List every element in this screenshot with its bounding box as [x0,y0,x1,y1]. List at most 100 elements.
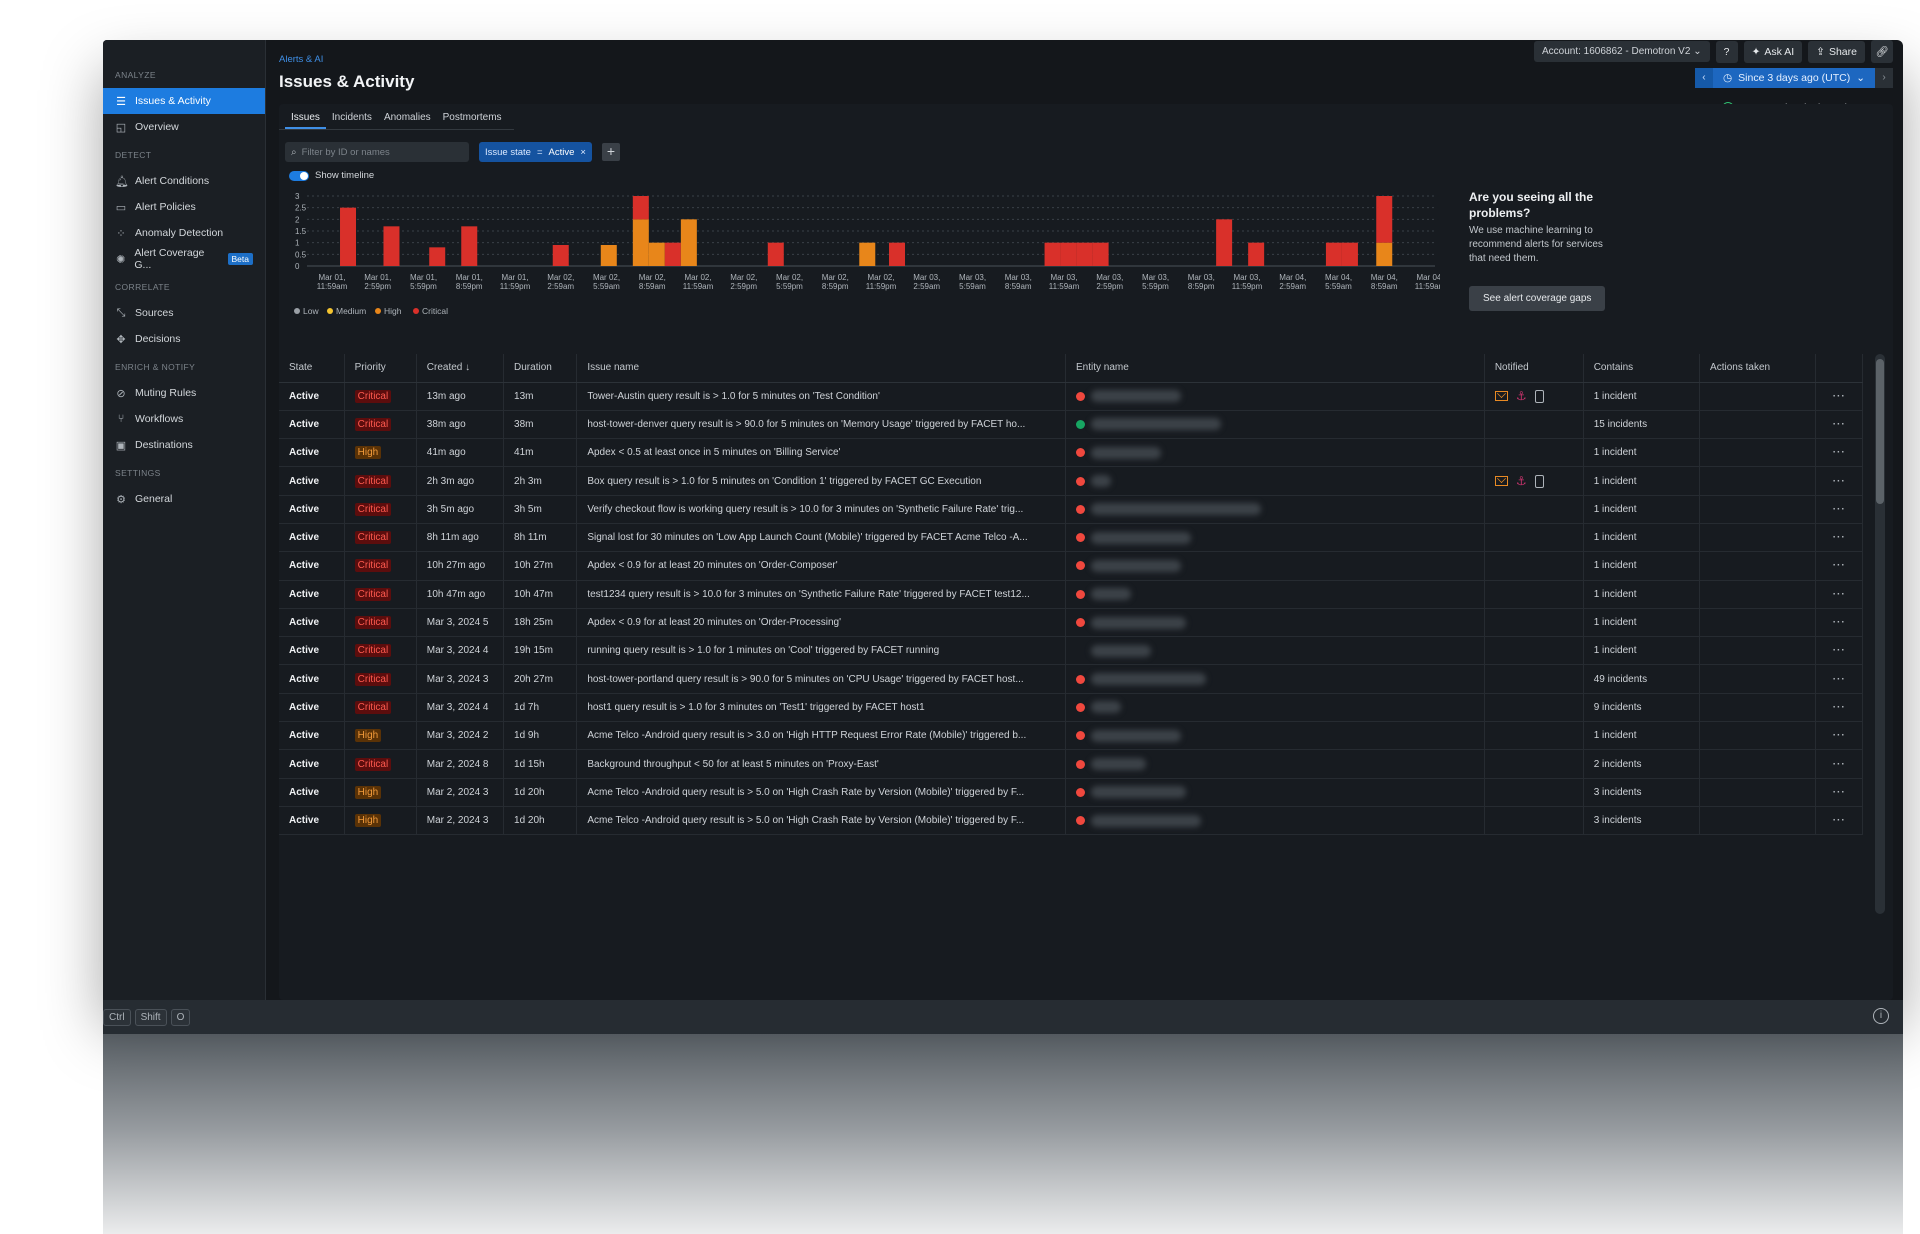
tab-issues[interactable]: Issues [285,104,326,129]
entity-name-cell[interactable] [1065,636,1485,666]
info-icon[interactable]: i [1873,1008,1889,1024]
issue-name-cell[interactable]: host-tower-portland query result is > 90… [576,664,1066,694]
ask-ai-button[interactable]: ✦ Ask AI [1743,40,1803,63]
table-row[interactable]: Active Critical Mar 3, 2024 4 1d 7h host1 qu… [279,693,1863,723]
show-timeline-toggle[interactable] [289,170,309,181]
issue-name-cell[interactable]: running query result is > 1.0 for 1 minu… [576,636,1066,666]
entity-name-cell[interactable] [1065,551,1485,581]
tab-incidents[interactable]: Incidents [326,104,378,129]
time-prev-button[interactable]: ‹ [1694,68,1713,88]
more-actions-button[interactable]: ··· [1815,580,1863,609]
table-row[interactable]: Active High Mar 3, 2024 2 1d 9h Acme Telco -… [279,721,1863,751]
entity-name-cell[interactable] [1065,466,1485,496]
filter-chip-issue-state[interactable]: Issue state = Active × [479,142,592,162]
column-header[interactable]: Notified [1484,354,1584,383]
more-actions-button[interactable]: ··· [1815,410,1863,440]
sidebar-item-muting-rules[interactable]: ⊘ Muting Rules [103,380,265,406]
entity-name-cell[interactable] [1065,664,1485,694]
add-filter-button[interactable]: + [601,143,620,161]
column-header[interactable]: State [279,354,345,383]
issue-name-cell[interactable]: Box query result is > 1.0 for 5 minutes … [576,466,1066,496]
more-actions-button[interactable]: ··· [1815,608,1863,638]
share-button[interactable]: ⇪ Share [1808,40,1865,63]
sidebar-item-general[interactable]: ⚙ General [103,486,265,512]
entity-name-cell[interactable] [1065,608,1485,638]
sidebar-item-anomaly-detection[interactable]: ⁘ Anomaly Detection [103,220,265,246]
table-row[interactable]: Active High Mar 2, 2024 3 1d 20h Acme Telco … [279,778,1863,807]
account-selector[interactable]: Account: 1606862 - Demotron V2 ⌄ [1533,41,1710,62]
more-actions-button[interactable]: ··· [1815,721,1863,751]
column-header[interactable]: Entity name [1065,354,1485,383]
entity-name-cell[interactable] [1065,382,1485,411]
more-actions-button[interactable]: ··· [1815,382,1863,411]
sidebar-item-alert-conditions[interactable]: 🔔︎ Alert Conditions [103,168,265,194]
issue-name-cell[interactable]: Acme Telco -Android query result is > 5.… [576,806,1066,836]
table-row[interactable]: Active Critical 10h 27m ago 10h 27m Apdex < … [279,551,1863,581]
sidebar-item-alert-policies[interactable]: ▭ Alert Policies [103,194,265,220]
more-actions-button[interactable]: ··· [1815,806,1863,836]
entity-name-cell[interactable] [1065,438,1485,468]
more-actions-button[interactable]: ··· [1815,551,1863,581]
entity-name-cell[interactable] [1065,693,1485,723]
sidebar-item-workflows[interactable]: ⑂ Workflows [103,406,265,432]
issue-name-cell[interactable]: Background throughput < 50 for at least … [576,749,1066,779]
issue-name-cell[interactable]: host-tower-denver query result is > 90.0… [576,410,1066,440]
column-header[interactable]: Duration [503,354,578,383]
issue-name-cell[interactable]: Signal lost for 30 minutes on 'Low App L… [576,523,1066,553]
more-actions-button[interactable]: ··· [1815,693,1863,723]
issue-name-cell[interactable]: test1234 query result is > 10.0 for 3 mi… [576,580,1066,609]
more-actions-button[interactable]: ··· [1815,749,1863,779]
issue-name-cell[interactable]: Tower-Austin query result is > 1.0 for 5… [576,382,1066,411]
table-row[interactable]: Active Critical Mar 3, 2024 3 20h 27m host-t… [279,664,1863,694]
entity-name-cell[interactable] [1065,806,1485,836]
help-button[interactable]: ? [1715,40,1738,63]
column-header[interactable]: Contains [1583,354,1701,383]
issue-name-cell[interactable]: Apdex < 0.5 at least once in 5 minutes o… [576,438,1066,468]
table-row[interactable]: Active High Mar 2, 2024 3 1d 20h Acme Telco … [279,806,1863,836]
entity-name-cell[interactable] [1065,778,1485,807]
table-row[interactable]: Active Critical 2h 3m ago 2h 3m Box query re… [279,466,1863,496]
column-header[interactable] [1815,354,1863,383]
more-actions-button[interactable]: ··· [1815,664,1863,694]
more-actions-button[interactable]: ··· [1815,438,1863,468]
scrollbar-thumb[interactable] [1876,359,1884,504]
entity-name-cell[interactable] [1065,721,1485,751]
time-range-selector[interactable]: ◷ Since 3 days ago (UTC) ⌄ [1712,68,1875,88]
issue-name-cell[interactable]: Verify checkout flow is working query re… [576,495,1066,524]
table-row[interactable]: Active High 41m ago 41m Apdex < 0.5 at least… [279,438,1863,468]
more-actions-button[interactable]: ··· [1815,495,1863,524]
sidebar-item-decisions[interactable]: ✥ Decisions [103,326,265,352]
copy-link-button[interactable]: 🔗︎ [1871,40,1893,63]
entity-name-cell[interactable] [1065,580,1485,609]
sidebar-item-overview[interactable]: ◱ Overview [103,114,265,140]
entity-name-cell[interactable] [1065,495,1485,524]
see-coverage-gaps-button[interactable]: See alert coverage gaps [1469,286,1606,311]
filter-input[interactable] [301,146,452,158]
breadcrumb[interactable]: Alerts & AI [279,54,323,65]
time-next-button[interactable]: › [1875,68,1893,88]
issue-name-cell[interactable]: Apdex < 0.9 for at least 20 minutes on '… [576,608,1066,638]
tab-anomalies[interactable]: Anomalies [378,104,437,129]
table-row[interactable]: Active Critical 10h 47m ago 10h 47m test1234… [279,580,1863,609]
sidebar-item-sources[interactable]: ⤡ Sources [103,300,265,326]
table-scrollbar[interactable] [1875,354,1885,914]
table-row[interactable]: Active Critical 13m ago 13m Tower-Austin que… [279,382,1863,411]
entity-name-cell[interactable] [1065,410,1485,440]
close-icon[interactable]: × [580,147,586,158]
issue-name-cell[interactable]: host1 query result is > 1.0 for 3 minute… [576,693,1066,723]
sidebar-item-alert-coverage-g[interactable]: ✺ Alert Coverage G... Beta [103,246,265,272]
more-actions-button[interactable]: ··· [1815,778,1863,807]
entity-name-cell[interactable] [1065,749,1485,779]
more-actions-button[interactable]: ··· [1815,523,1863,553]
more-actions-button[interactable]: ··· [1815,636,1863,666]
column-header[interactable]: Issue name [576,354,1066,383]
entity-name-cell[interactable] [1065,523,1485,553]
table-row[interactable]: Active Critical 3h 5m ago 3h 5m Verify check… [279,495,1863,524]
column-header[interactable]: Created ↓ [416,354,505,383]
sidebar-item-destinations[interactable]: ▣ Destinations [103,432,265,458]
column-header[interactable]: Actions taken [1699,354,1817,383]
column-header[interactable]: Priority [344,354,417,383]
more-actions-button[interactable]: ··· [1815,466,1863,496]
issue-name-cell[interactable]: Acme Telco -Android query result is > 3.… [576,721,1066,751]
issue-name-cell[interactable]: Acme Telco -Android query result is > 5.… [576,778,1066,807]
